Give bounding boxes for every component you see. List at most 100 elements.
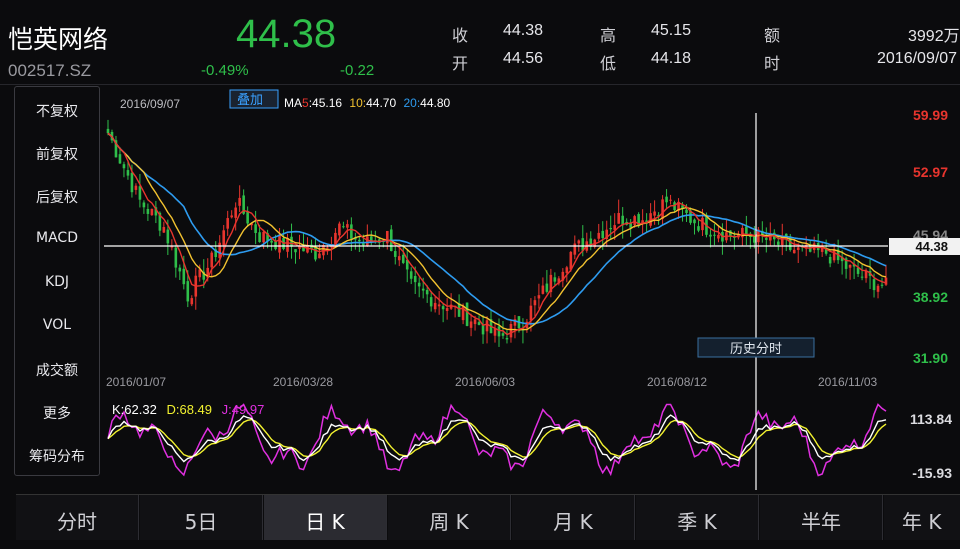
candle-body — [545, 283, 549, 292]
cursor-price: 44.38 — [915, 239, 948, 254]
candle-body — [146, 209, 150, 214]
candle-body — [753, 236, 756, 243]
candle-body — [669, 199, 672, 201]
candle-body — [318, 253, 321, 259]
candle-body — [433, 302, 437, 310]
candle-body — [274, 241, 277, 250]
candle-body — [409, 271, 413, 279]
ma-legend-row: MA5:45.16 10:44.70 20:44.80 — [284, 96, 451, 110]
candle-body — [445, 308, 449, 312]
candle-body — [765, 238, 768, 240]
candle-body — [342, 226, 345, 228]
candle-body — [880, 284, 884, 286]
candle-body — [326, 247, 329, 249]
candle-body — [537, 295, 541, 299]
kline-chart[interactable]: 2016/09/07 叠加 59.99 52.97 45.94 38.92 31… — [0, 0, 960, 494]
candle-body — [385, 230, 389, 244]
candle-body — [569, 251, 573, 270]
tab-half-year[interactable]: 半年 — [760, 495, 883, 540]
candle-body — [848, 264, 852, 268]
candle-body — [505, 338, 509, 340]
tab-monthly-k[interactable]: 月 K — [512, 495, 635, 540]
candle-body — [701, 217, 704, 231]
candle-body — [397, 256, 401, 261]
candle-body — [134, 185, 138, 190]
candle-body — [477, 322, 481, 325]
candle-body — [473, 319, 477, 325]
candle-body — [573, 243, 577, 255]
candle-body — [425, 289, 429, 295]
x-axis-label: 2016/11/03 — [818, 375, 877, 389]
candle-body — [122, 164, 126, 169]
candle-body — [653, 211, 656, 216]
period-tabbar: 分时 5日 日 K 周 K 月 K 季 K 半年 年 K — [16, 494, 960, 540]
candle-body — [234, 207, 237, 218]
candle-body — [469, 321, 473, 328]
history-intraday-label[interactable]: 历史分时 — [730, 342, 782, 357]
candle-body — [346, 224, 349, 228]
ma10-value: 44.70 — [366, 96, 397, 110]
candle-body — [776, 241, 780, 245]
candle-body — [166, 229, 170, 244]
tab-daily-k[interactable]: 日 K — [264, 495, 387, 540]
candle-body — [393, 251, 397, 257]
candle-body — [174, 247, 178, 268]
candle-body — [553, 277, 557, 282]
y-axis-label: 59.99 — [913, 107, 948, 123]
candle-body — [262, 231, 265, 243]
candle-body — [796, 247, 800, 251]
kdj-y-label: -15.93 — [912, 465, 952, 481]
tab-5day[interactable]: 5日 — [140, 495, 263, 540]
candle-body — [118, 154, 122, 164]
candle-body — [633, 216, 636, 225]
candle-body — [150, 208, 154, 216]
candle-body — [697, 226, 700, 231]
candle-body — [142, 202, 146, 208]
candle-body — [601, 230, 605, 239]
candle-body — [106, 128, 110, 134]
candle-body — [717, 234, 720, 239]
tab-intraday[interactable]: 分时 — [16, 495, 139, 540]
candle-body — [222, 230, 225, 246]
chart-date: 2016/09/07 — [120, 97, 180, 111]
candle-body — [210, 252, 214, 268]
candle-body — [218, 242, 222, 259]
ma20-value: 44.80 — [420, 96, 451, 110]
candle-body — [401, 254, 405, 263]
candle-body — [417, 282, 421, 287]
candle-body — [162, 227, 166, 233]
candle-body — [497, 326, 501, 337]
candle-body — [358, 239, 361, 242]
candle-body — [226, 218, 229, 229]
candle-body — [828, 256, 832, 264]
candle-body — [876, 285, 880, 292]
candle-body — [258, 232, 261, 243]
kdj-y-label: 113.84 — [910, 411, 952, 427]
ma20-line — [107, 132, 887, 325]
x-axis-label: 2016/01/07 — [106, 375, 166, 389]
candle-body — [565, 267, 569, 273]
candle-body — [138, 186, 142, 200]
candle-body — [182, 268, 186, 285]
candle-body — [421, 288, 425, 291]
kdj-legend: K:62.32 D:68.49 J:49.97 — [112, 402, 264, 417]
candle-body — [294, 249, 297, 253]
y-axis-label: 31.90 — [913, 350, 948, 366]
candle-body — [338, 223, 341, 236]
candle-body — [832, 249, 836, 261]
tab-yearly-k[interactable]: 年 K — [884, 495, 960, 540]
tab-weekly-k[interactable]: 周 K — [388, 495, 511, 540]
candle-body — [350, 224, 353, 239]
candle-body — [485, 320, 489, 332]
candle-body — [178, 267, 182, 272]
candle-body — [693, 219, 696, 224]
candle-body — [465, 302, 469, 326]
candle-body — [713, 234, 716, 236]
tab-quarterly-k[interactable]: 季 K — [636, 495, 759, 540]
candle-body — [872, 279, 876, 291]
overlay-button-label[interactable]: 叠加 — [237, 93, 263, 108]
candle-body — [413, 275, 417, 283]
candle-body — [577, 240, 581, 244]
x-axis-label: 2016/08/12 — [647, 375, 707, 389]
y-axis-label: 38.92 — [913, 289, 948, 305]
